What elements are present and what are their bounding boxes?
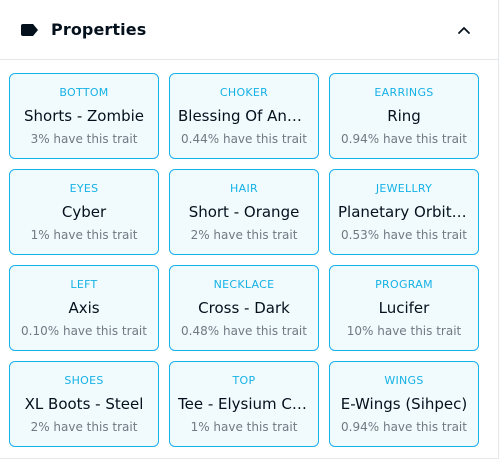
trait-value: Axis [68,299,100,317]
trait-type: NECKLACE [213,278,275,291]
trait-type: EYES [69,182,99,195]
trait-rarity: 1% have this trait [190,420,298,434]
trait-card-bottom[interactable]: BOTTOM Shorts - Zombie 3% have this trai… [9,73,159,159]
trait-value: XL Boots - Steel [24,395,144,413]
trait-rarity: 0.94% have this trait [341,132,467,146]
trait-card-hair[interactable]: HAIR Short - Orange 2% have this trait [169,169,319,255]
trait-type: LEFT [70,278,98,291]
trait-value: Blessing Of Angels [178,107,310,125]
trait-card-choker[interactable]: CHOKER Blessing Of Angels 0.44% have thi… [169,73,319,159]
trait-value: Tee - Elysium Crew [178,395,310,413]
trait-type: PROGRAM [375,278,433,291]
trait-rarity: 0.53% have this trait [341,228,467,242]
trait-card-eyes[interactable]: EYES Cyber 1% have this trait [9,169,159,255]
properties-header[interactable]: Properties [0,0,498,60]
trait-card-program[interactable]: PROGRAM Lucifer 10% have this trait [329,265,479,351]
trait-type: SHOES [64,374,104,387]
traits-grid: BOTTOM Shorts - Zombie 3% have this trai… [9,73,489,447]
chevron-up-icon[interactable] [454,20,474,40]
trait-type: WINGS [384,374,424,387]
trait-value: Lucifer [378,299,430,317]
trait-type: JEWELLRY [375,182,433,195]
trait-rarity: 2% have this trait [30,420,138,434]
trait-rarity: 3% have this trait [30,132,138,146]
trait-type: CHOKER [219,86,269,99]
trait-value: E-Wings (Sihpec) [340,395,468,413]
trait-type: HAIR [230,182,258,195]
trait-rarity: 1% have this trait [30,228,138,242]
trait-card-left[interactable]: LEFT Axis 0.10% have this trait [9,265,159,351]
trait-rarity: 0.94% have this trait [341,420,467,434]
trait-card-shoes[interactable]: SHOES XL Boots - Steel 2% have this trai… [9,361,159,447]
trait-value: Cyber [61,203,107,221]
trait-rarity: 10% have this trait [346,324,462,338]
trait-value: Planetary Orbit Ring [338,203,470,221]
trait-type: BOTTOM [59,86,109,99]
trait-card-jewellry[interactable]: JEWELLRY Planetary Orbit Ring 0.53% have… [329,169,479,255]
trait-rarity: 0.48% have this trait [181,324,307,338]
trait-value: Cross - Dark [198,299,290,317]
trait-rarity: 0.44% have this trait [181,132,307,146]
trait-value: Short - Orange [188,203,300,221]
trait-type: TOP [232,374,256,387]
trait-card-top[interactable]: TOP Tee - Elysium Crew 1% have this trai… [169,361,319,447]
tag-icon [20,20,40,40]
properties-title: Properties [51,20,147,39]
trait-card-wings[interactable]: WINGS E-Wings (Sihpec) 0.94% have this t… [329,361,479,447]
trait-card-necklace[interactable]: NECKLACE Cross - Dark 0.48% have this tr… [169,265,319,351]
trait-value: Shorts - Zombie [24,107,144,125]
trait-card-earrings[interactable]: EARRINGS Ring 0.94% have this trait [329,73,479,159]
trait-value: Ring [387,107,421,125]
trait-rarity: 2% have this trait [190,228,298,242]
properties-panel: Properties BOTTOM Shorts - Zombie 3% hav… [0,0,499,459]
trait-type: EARRINGS [374,86,434,99]
trait-rarity: 0.10% have this trait [21,324,147,338]
